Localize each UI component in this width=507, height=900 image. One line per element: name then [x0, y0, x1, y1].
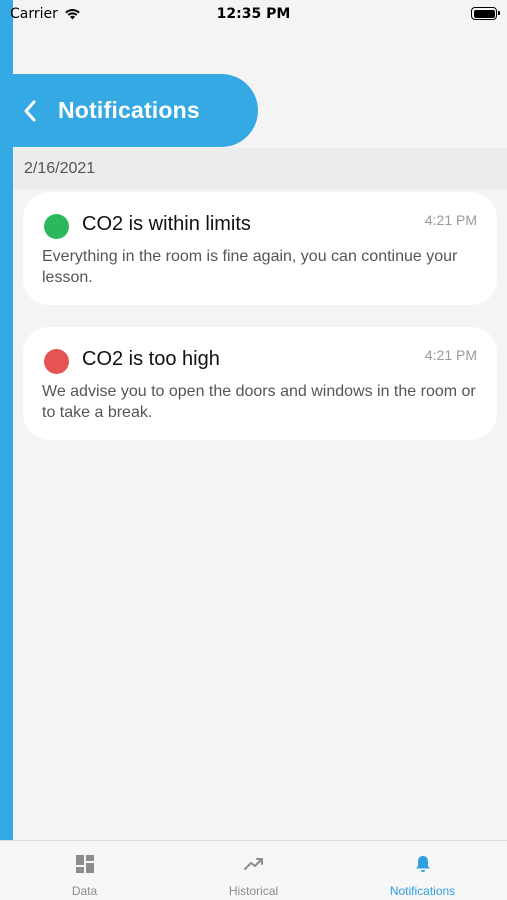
page-title: Notifications [58, 97, 200, 123]
bell-icon [412, 853, 434, 875]
tab-label: Historical [228, 884, 279, 898]
notification-body: Everything in the room is fine again, yo… [42, 248, 458, 286]
date-section-header: 2/16/2021 [13, 148, 507, 190]
status-time: 12:35 PM [216, 6, 291, 22]
tab-label: Notifications [389, 884, 456, 898]
back-button[interactable] [10, 91, 50, 131]
notification-card[interactable]: CO2 is within limits 4:21 PM Everything … [23, 192, 497, 305]
tab-bar: Data Historical Notifications [0, 840, 507, 900]
dashboard-icon [74, 853, 96, 875]
tab-label: Data [71, 884, 98, 898]
chevron-left-icon [24, 100, 36, 121]
notification-card[interactable]: CO2 is too high 4:21 PM We advise you to… [23, 327, 497, 440]
notification-title: CO2 is within limits [82, 213, 251, 235]
notification-time: 4:21 PM [424, 347, 477, 363]
notification-title: CO2 is too high [82, 348, 220, 370]
status-indicator-green [44, 214, 69, 239]
tab-data[interactable]: Data [0, 841, 169, 900]
status-indicator-red [44, 349, 69, 374]
notification-body: We advise you to open the doors and wind… [42, 383, 476, 421]
status-bar: Carrier 12:35 PM [0, 0, 507, 30]
header-bar: Notifications [0, 74, 258, 147]
notification-time: 4:21 PM [424, 212, 477, 228]
date-label: 2/16/2021 [24, 160, 96, 177]
battery-icon [471, 7, 500, 20]
tab-notifications[interactable]: Notifications [338, 841, 507, 900]
trend-icon [243, 853, 265, 875]
tab-historical[interactable]: Historical [169, 841, 338, 900]
